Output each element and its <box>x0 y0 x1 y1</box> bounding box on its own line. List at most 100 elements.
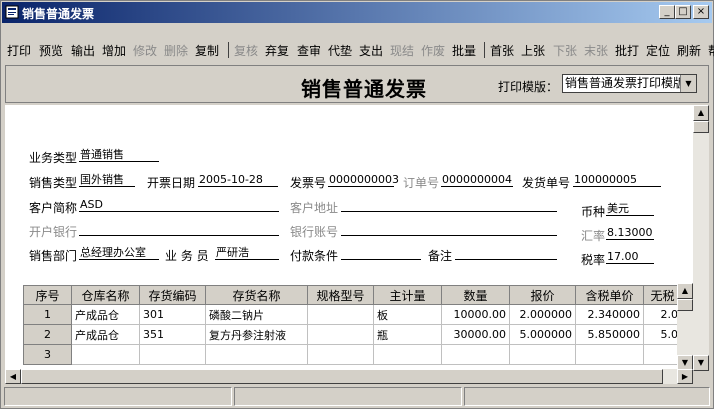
exchange-rate-field[interactable]: 8.13000 <box>606 225 654 240</box>
table-cell[interactable]: 2.0 <box>643 304 682 325</box>
toolbar-button-5[interactable]: 修改 <box>133 42 157 59</box>
table-cell[interactable]: 301 <box>139 304 206 325</box>
table-cell[interactable] <box>307 304 374 325</box>
customer-address-field[interactable] <box>341 197 557 212</box>
toolbar-button-7[interactable]: 复制 <box>195 42 219 59</box>
table-cell[interactable] <box>307 324 374 345</box>
delivery-no-field[interactable]: 100000005 <box>573 172 661 187</box>
table-scroll-thumb[interactable] <box>677 299 693 311</box>
table-cell[interactable] <box>205 344 308 365</box>
toolbar-button-18[interactable]: 下张 <box>553 42 577 59</box>
column-header[interactable]: 数量 <box>441 285 510 305</box>
print-template-select[interactable]: 销售普通发票打印模版 ▼ <box>562 74 697 93</box>
remark-field[interactable] <box>455 245 557 260</box>
toolbar-button-19[interactable]: 末张 <box>584 42 608 59</box>
toolbar-button-1[interactable]: 打印 <box>7 42 31 59</box>
table-row[interactable]: 2 产成品仓 351 复方丹参注射液 瓶 30000.00 5.000000 5.850000… <box>23 324 682 345</box>
invoice-date-field[interactable]: 2005-10-28 <box>198 172 278 187</box>
column-header[interactable]: 主计量 <box>373 285 442 305</box>
toolbar-button-9[interactable]: 弃复 <box>265 42 289 59</box>
currency-field[interactable]: 美元 <box>606 201 654 216</box>
table-cell[interactable] <box>373 344 442 365</box>
column-header[interactable]: 含税单价 <box>575 285 644 305</box>
scroll-right-icon[interactable]: ▶ <box>677 369 693 384</box>
bank-field[interactable] <box>79 221 279 236</box>
scroll-left-icon[interactable]: ◀ <box>5 369 21 384</box>
table-cell[interactable]: 复方丹参注射液 <box>205 324 308 345</box>
order-no-field[interactable]: 0000000004 <box>441 172 513 187</box>
bank-account-field[interactable] <box>341 221 557 236</box>
department-field[interactable]: 总经理办公室 <box>79 245 159 260</box>
table-cell[interactable]: 磷酸二钠片 <box>205 304 308 325</box>
horizontal-scrollbar[interactable]: ◀ ▶ <box>5 369 693 384</box>
app-icon <box>5 5 19 19</box>
column-header[interactable]: 序号 <box>23 285 72 305</box>
table-cell[interactable]: 2.340000 <box>575 304 644 325</box>
table-cell[interactable]: 10000.00 <box>441 304 510 325</box>
table-row[interactable]: 1 产成品仓 301 磷酸二钠片 板 10000.00 2.000000 2.340000 2.… <box>23 304 682 325</box>
toolbar-button-20[interactable]: 批打 <box>615 42 639 59</box>
toolbar-button-11[interactable]: 代垫 <box>328 42 352 59</box>
scroll-down-icon[interactable]: ▼ <box>693 355 709 371</box>
toolbar-button-17[interactable]: 上张 <box>521 42 545 59</box>
table-scroll-up-icon[interactable]: ▲ <box>677 283 693 299</box>
toolbar-button-3[interactable]: 输出 <box>71 42 95 59</box>
column-header[interactable]: 仓库名称 <box>71 285 140 305</box>
scroll-up-icon[interactable]: ▲ <box>693 105 709 121</box>
toolbar-button-23[interactable]: 帮 <box>708 42 714 59</box>
table-cell[interactable]: 产成品仓 <box>71 304 140 325</box>
table-cell[interactable] <box>307 344 374 365</box>
toolbar-button-21[interactable]: 定位 <box>646 42 670 59</box>
status-cell-1 <box>4 387 232 406</box>
table-cell[interactable] <box>139 344 206 365</box>
table-cell[interactable]: 板 <box>373 304 442 325</box>
business-type-field[interactable]: 普通销售 <box>79 147 159 162</box>
table-cell[interactable]: 351 <box>139 324 206 345</box>
payment-terms-field[interactable] <box>341 245 421 260</box>
invoice-no-field[interactable]: 0000000003 <box>328 172 399 187</box>
h-scroll-thumb[interactable] <box>21 369 663 384</box>
toolbar-button-12[interactable]: 支出 <box>359 42 383 59</box>
toolbar-button-15[interactable]: 批量 <box>452 42 476 59</box>
toolbar-button-13[interactable]: 现结 <box>390 42 414 59</box>
toolbar-button-22[interactable]: 刷新 <box>677 42 701 59</box>
table-row[interactable]: 3 <box>23 344 682 365</box>
tax-rate-field[interactable]: 17.00 <box>606 249 654 264</box>
chevron-down-icon[interactable]: ▼ <box>680 75 696 92</box>
customer-field[interactable]: ASD <box>79 197 279 212</box>
table-cell[interactable] <box>643 344 682 365</box>
toolbar-button-4[interactable]: 增加 <box>102 42 126 59</box>
toolbar-button-10[interactable]: 查审 <box>297 42 321 59</box>
table-cell[interactable]: 5.850000 <box>575 324 644 345</box>
table-cell[interactable] <box>441 344 510 365</box>
toolbar-button-2[interactable]: 预览 <box>39 42 63 59</box>
vertical-scrollbar[interactable]: ▲ ▼ <box>693 105 709 371</box>
table-cell[interactable]: 2.000000 <box>509 304 576 325</box>
column-header[interactable]: 存货名称 <box>205 285 308 305</box>
table-cell[interactable]: 5.0 <box>643 324 682 345</box>
toolbar-button-14[interactable]: 作废 <box>421 42 445 59</box>
column-header[interactable]: 存货编码 <box>139 285 206 305</box>
scroll-thumb[interactable] <box>693 121 709 133</box>
table-cell[interactable] <box>575 344 644 365</box>
toolbar-button-6[interactable]: 删除 <box>164 42 188 59</box>
column-header[interactable]: 报价 <box>509 285 576 305</box>
minimize-button[interactable]: _ <box>659 5 675 19</box>
table-cell[interactable] <box>509 344 576 365</box>
sales-type-field[interactable]: 国外销售 <box>79 172 135 187</box>
close-button[interactable]: × <box>693 5 709 19</box>
table-vertical-scrollbar[interactable]: ▲ ▼ <box>677 283 693 371</box>
status-bar <box>2 387 712 407</box>
column-header[interactable]: 规格型号 <box>307 285 374 305</box>
toolbar-button-16[interactable]: 首张 <box>490 42 514 59</box>
title-bar[interactable]: 销售普通发票 _ □ × <box>2 2 712 23</box>
toolbar-button-8[interactable]: 复核 <box>234 42 258 59</box>
table-cell[interactable]: 30000.00 <box>441 324 510 345</box>
maximize-button[interactable]: □ <box>675 5 691 19</box>
table-cell[interactable]: 产成品仓 <box>71 324 140 345</box>
table-cell[interactable]: 5.000000 <box>509 324 576 345</box>
table-cell[interactable]: 瓶 <box>373 324 442 345</box>
salesperson-field[interactable]: 严研浩 <box>215 245 279 260</box>
table-cell[interactable] <box>71 344 140 365</box>
column-header[interactable]: 无税 <box>643 285 682 305</box>
